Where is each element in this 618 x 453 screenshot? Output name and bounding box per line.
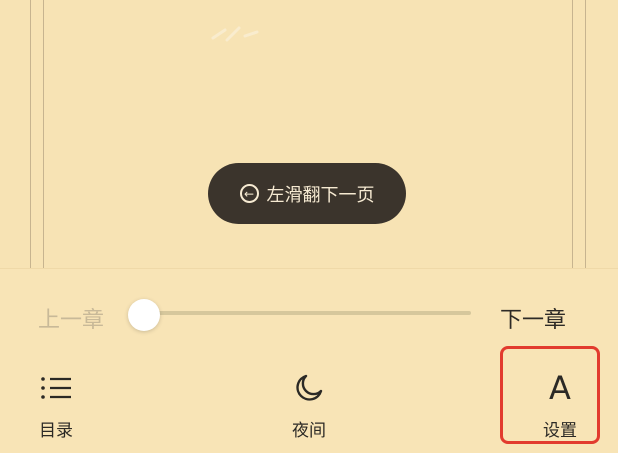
page-border-line — [43, 0, 44, 268]
page-border-line — [585, 0, 586, 268]
chapter-progress-track[interactable] — [146, 311, 471, 315]
settings-highlight-box — [500, 346, 600, 444]
previous-chapter-button[interactable]: 上一章 — [38, 302, 104, 334]
swipe-hint-text: 左滑翻下一页 — [266, 184, 375, 206]
next-chapter-button[interactable]: 下一章 — [500, 302, 566, 334]
catalog-button[interactable]: 目录 — [11, 368, 101, 444]
swipe-hint-toast: ← 左滑翻下一页 — [208, 163, 406, 224]
faint-mark-icon — [211, 26, 259, 42]
catalog-label: 目录 — [39, 421, 73, 441]
list-icon — [39, 368, 73, 408]
night-mode-label: 夜间 — [292, 421, 326, 441]
moon-icon — [294, 368, 324, 408]
chapter-progress-row: 上一章 下一章 — [0, 296, 618, 336]
circle-left-arrow-icon: ← — [239, 184, 259, 203]
reading-page-area[interactable] — [0, 0, 618, 268]
page-border-line — [572, 0, 573, 268]
chapter-progress-thumb[interactable] — [128, 299, 160, 331]
night-mode-button[interactable]: 夜间 — [264, 368, 354, 444]
page-border-line — [30, 0, 31, 268]
